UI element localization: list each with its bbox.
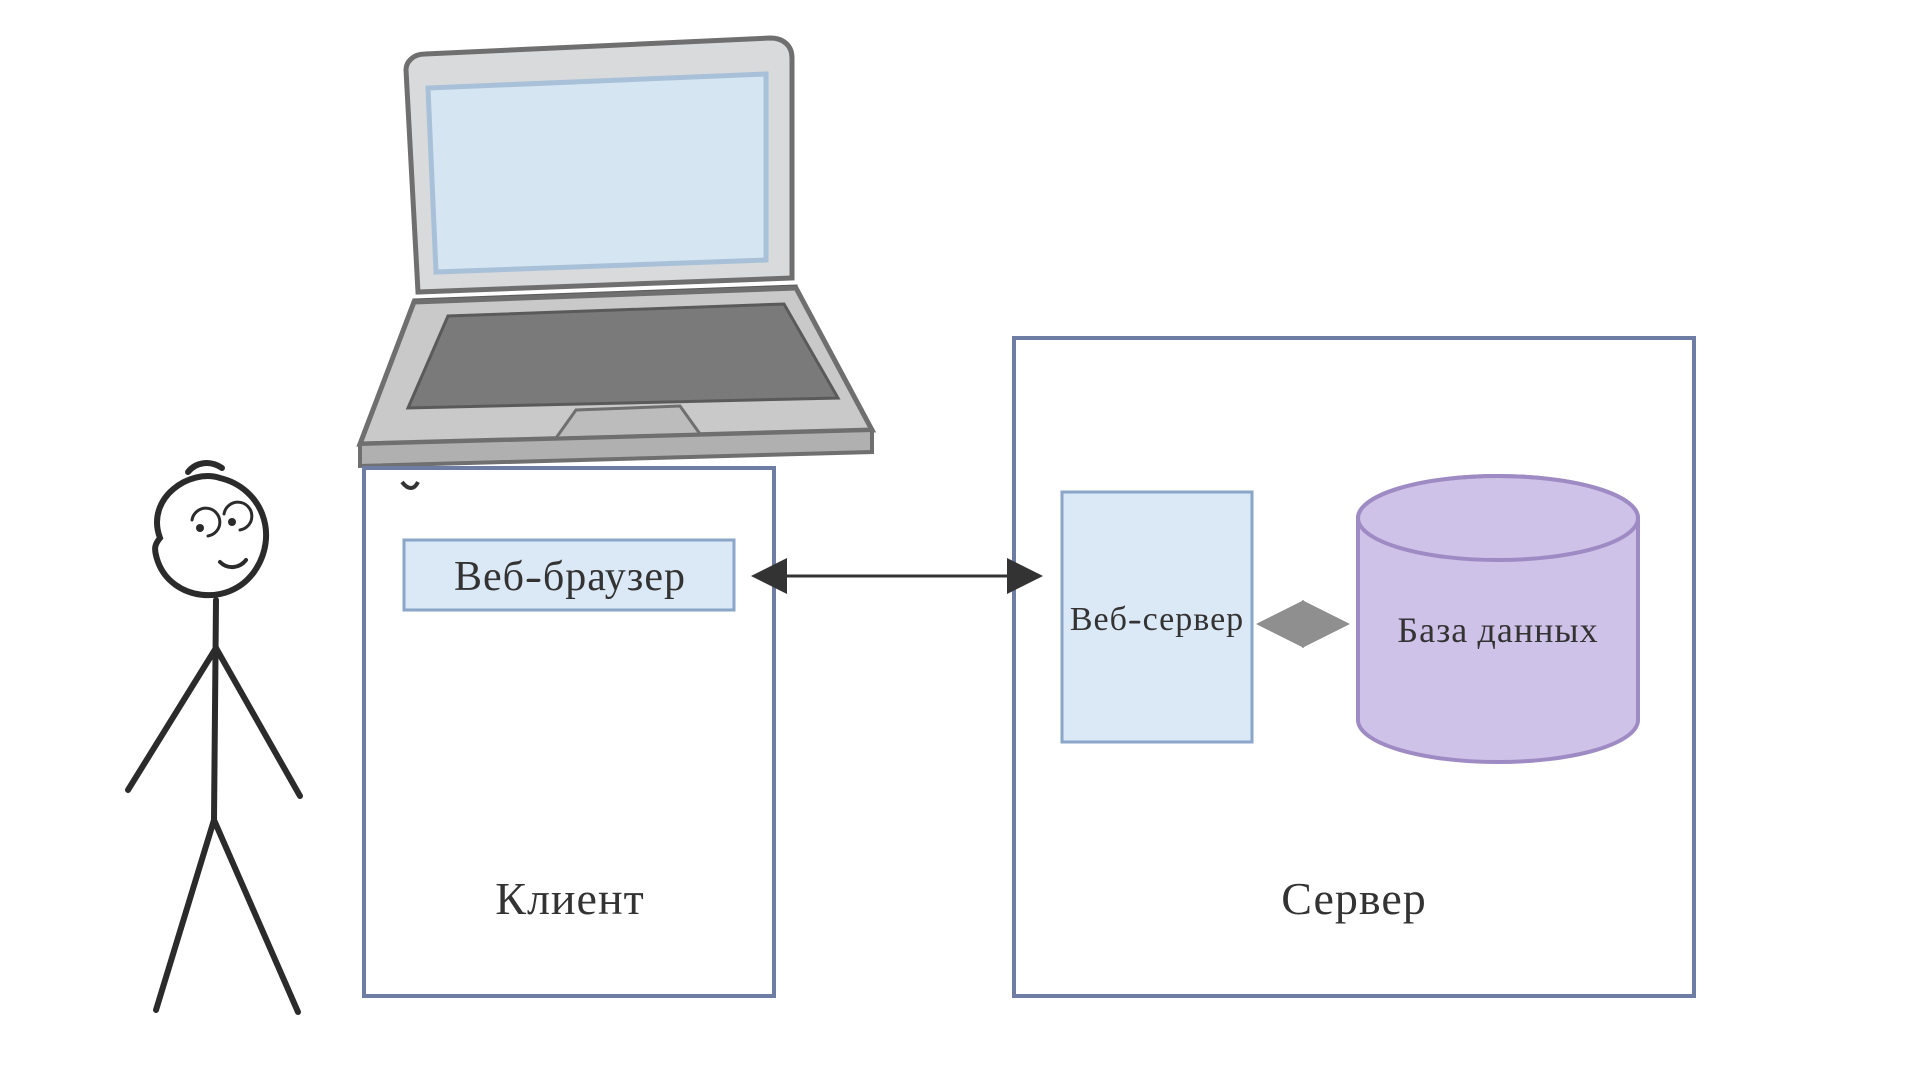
laptop-icon [360,38,872,488]
browser-label: Веб-браузер [454,547,686,604]
client-box: Веб-браузер Клиент [364,468,774,996]
webserver-label: Веб-сервер [1070,595,1244,641]
database-label: База данных [1397,605,1598,654]
person-icon [128,463,300,1012]
client-title: Клиент [495,867,644,929]
server-box: Веб-сервер База данных Сервер [1014,338,1694,996]
server-title: Сервер [1281,867,1427,929]
